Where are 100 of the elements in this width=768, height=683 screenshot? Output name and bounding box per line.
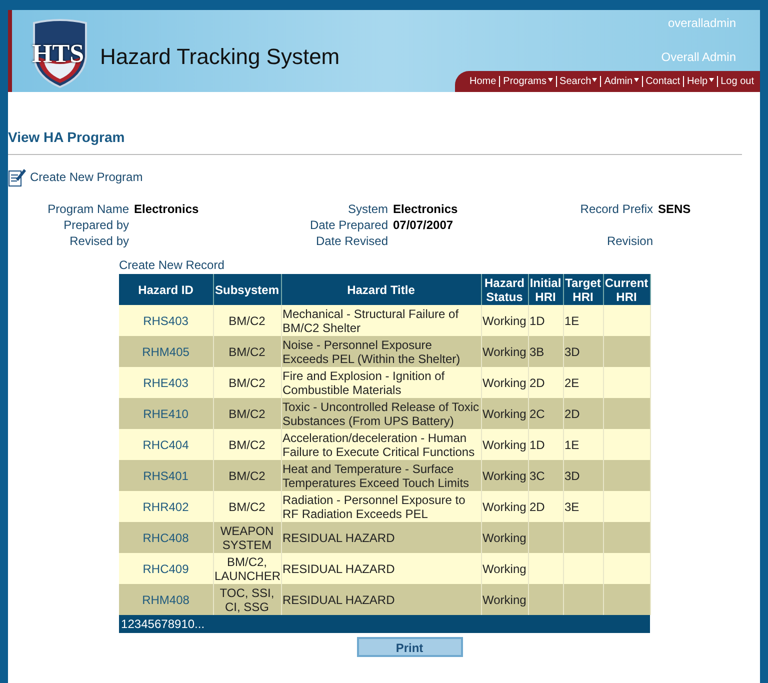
page-link[interactable]: 9 (174, 615, 182, 633)
field-label: Revised by (70, 234, 129, 248)
hazard-id-link[interactable]: RHS401 (143, 468, 188, 482)
table-cell: 1D (530, 438, 545, 452)
dropdown-caret-icon (548, 78, 553, 82)
page-link[interactable]: 2 (128, 615, 134, 633)
table-cell: 1D (530, 314, 545, 328)
dropdown-caret-icon (592, 78, 598, 82)
table-cell: 2E (564, 376, 580, 390)
table-cell: BM/C2 (228, 500, 266, 514)
hazard-id-link[interactable]: RHC409 (142, 562, 189, 576)
column-header: Hazard Status (481, 274, 528, 305)
page-link[interactable]: 4 (141, 615, 148, 633)
table-cell: RESIDUAL HAZARD (282, 562, 395, 576)
table-cell: BM/C2 (228, 438, 266, 452)
table-cell: Working (482, 592, 526, 606)
field-label: Program Name (48, 202, 129, 216)
user-role: Overall Admin (661, 49, 736, 66)
table-cell: Working (482, 314, 526, 328)
table-cell: 2D (564, 406, 580, 420)
table-cell: Working (482, 500, 526, 514)
table-cell: BM/C2 (228, 314, 266, 328)
table-cell: Mechanical - Structural Failure of BM/C2 Shelter (282, 306, 459, 334)
hazard-id-link[interactable]: RHE410 (143, 406, 188, 420)
page-link[interactable]: 7 (161, 615, 168, 633)
field-value: SENS (658, 202, 691, 216)
hazard-id-link[interactable]: RHC404 (142, 438, 189, 452)
field-label: Date Prepared (310, 218, 388, 232)
table-cell: Working (482, 376, 526, 390)
table-cell: Toxic - Uncontrolled Release of Toxic Substances (From UPS Battery) (282, 400, 480, 428)
print-button[interactable]: Print (356, 637, 462, 657)
table-cell: Working (482, 562, 526, 576)
nav-link[interactable]: Help (687, 74, 714, 89)
table-cell: 3D (564, 468, 580, 482)
page-title: View HA Program (8, 128, 125, 147)
nav-link[interactable]: Admin (604, 74, 639, 89)
nav-link[interactable]: Search (560, 74, 598, 89)
table-cell: Acceleration/deceleration - Human Failure to Execute Critical Functions (282, 430, 475, 458)
table-cell: 3D (564, 344, 580, 358)
table-cell: BM/C2 (228, 468, 266, 482)
table-cell: 2D (530, 500, 545, 514)
nav-link[interactable]: Log out (720, 74, 754, 89)
table-cell: Noise - Personnel Exposure Exceeds PEL (Within the Shelter) (282, 338, 460, 366)
dropdown-caret-icon (634, 78, 639, 82)
table-cell: Working (482, 344, 526, 358)
table-cell: 1E (564, 438, 580, 452)
page-link[interactable]: 3 (134, 615, 142, 633)
table-cell: WEAPON SYSTEM (220, 524, 274, 552)
create-record-link[interactable]: Create New Record (119, 258, 650, 272)
table-cell: BM/C2 (228, 376, 266, 390)
column-header: Target HRI (563, 274, 603, 305)
table-cell: 1E (564, 314, 580, 328)
create-program-link[interactable]: Create New Program (30, 168, 143, 186)
table-cell: Fire and Explosion - Ignition of Combustible Materials (282, 368, 445, 396)
username: overalladmin (668, 15, 736, 32)
table-cell: Radiation - Personnel Exposure to RF Radiation Exceeds PEL (282, 492, 466, 520)
field-value: Electronics (393, 202, 458, 216)
table-cell: Heat and Temperature - Surface Temperatures Exceed Touch Limits (282, 462, 470, 490)
nav-link[interactable]: Home (469, 74, 496, 89)
hazard-id-link[interactable]: RHE403 (143, 376, 188, 390)
table-cell: Working (482, 530, 526, 544)
column-header: Initial HRI (528, 274, 563, 305)
column-header: Hazard Title (281, 274, 481, 305)
hazard-id-link[interactable]: RHS403 (143, 314, 188, 328)
table-cell: 3E (564, 500, 580, 514)
table-cell: BM/C2 (228, 344, 266, 358)
page-link[interactable]: ... (194, 615, 205, 633)
table-cell: BM/C2 (228, 406, 266, 420)
page-link[interactable]: 6 (154, 615, 162, 633)
table-cell: Working (482, 406, 526, 420)
hazard-id-link[interactable]: RHM408 (142, 592, 190, 606)
column-header: Hazard ID (119, 274, 213, 305)
hazard-id-link[interactable]: RHR402 (142, 500, 189, 514)
table-cell: Working (482, 438, 526, 452)
table-cell: 3C (530, 468, 545, 482)
dropdown-caret-icon (708, 78, 714, 82)
nav-link[interactable]: Contact (646, 74, 680, 89)
field-label: Prepared by (64, 218, 129, 232)
nav-link[interactable]: Programs (503, 74, 553, 89)
table-cell: Working (482, 468, 526, 482)
field-value: 07/07/2007 (393, 218, 454, 232)
table-cell: 2D (530, 376, 545, 390)
page-link[interactable]: 1 (121, 615, 128, 633)
field-label: Revision (606, 234, 653, 248)
page-link[interactable]: 8 (168, 615, 174, 633)
hazard-id-link[interactable]: RHM405 (142, 344, 190, 358)
table-cell: 2C (530, 406, 545, 420)
table-cell: RESIDUAL HAZARD (282, 530, 395, 544)
hazard-id-link[interactable]: RHC408 (142, 530, 189, 544)
page-link[interactable]: 10 (181, 615, 195, 633)
page-link[interactable]: 5 (148, 615, 154, 633)
field-label: Date Revised (316, 234, 388, 248)
field-label: System (348, 202, 388, 216)
field-label: Record Prefix (580, 202, 653, 216)
table-cell: TOC, SSI, CI, SSG (220, 586, 274, 614)
column-header: Subsystem (213, 274, 281, 305)
field-value: Electronics (134, 202, 199, 216)
column-header: Current HRI (603, 274, 650, 305)
table-cell: 3B (530, 344, 544, 358)
table-cell: RESIDUAL HAZARD (282, 592, 395, 606)
